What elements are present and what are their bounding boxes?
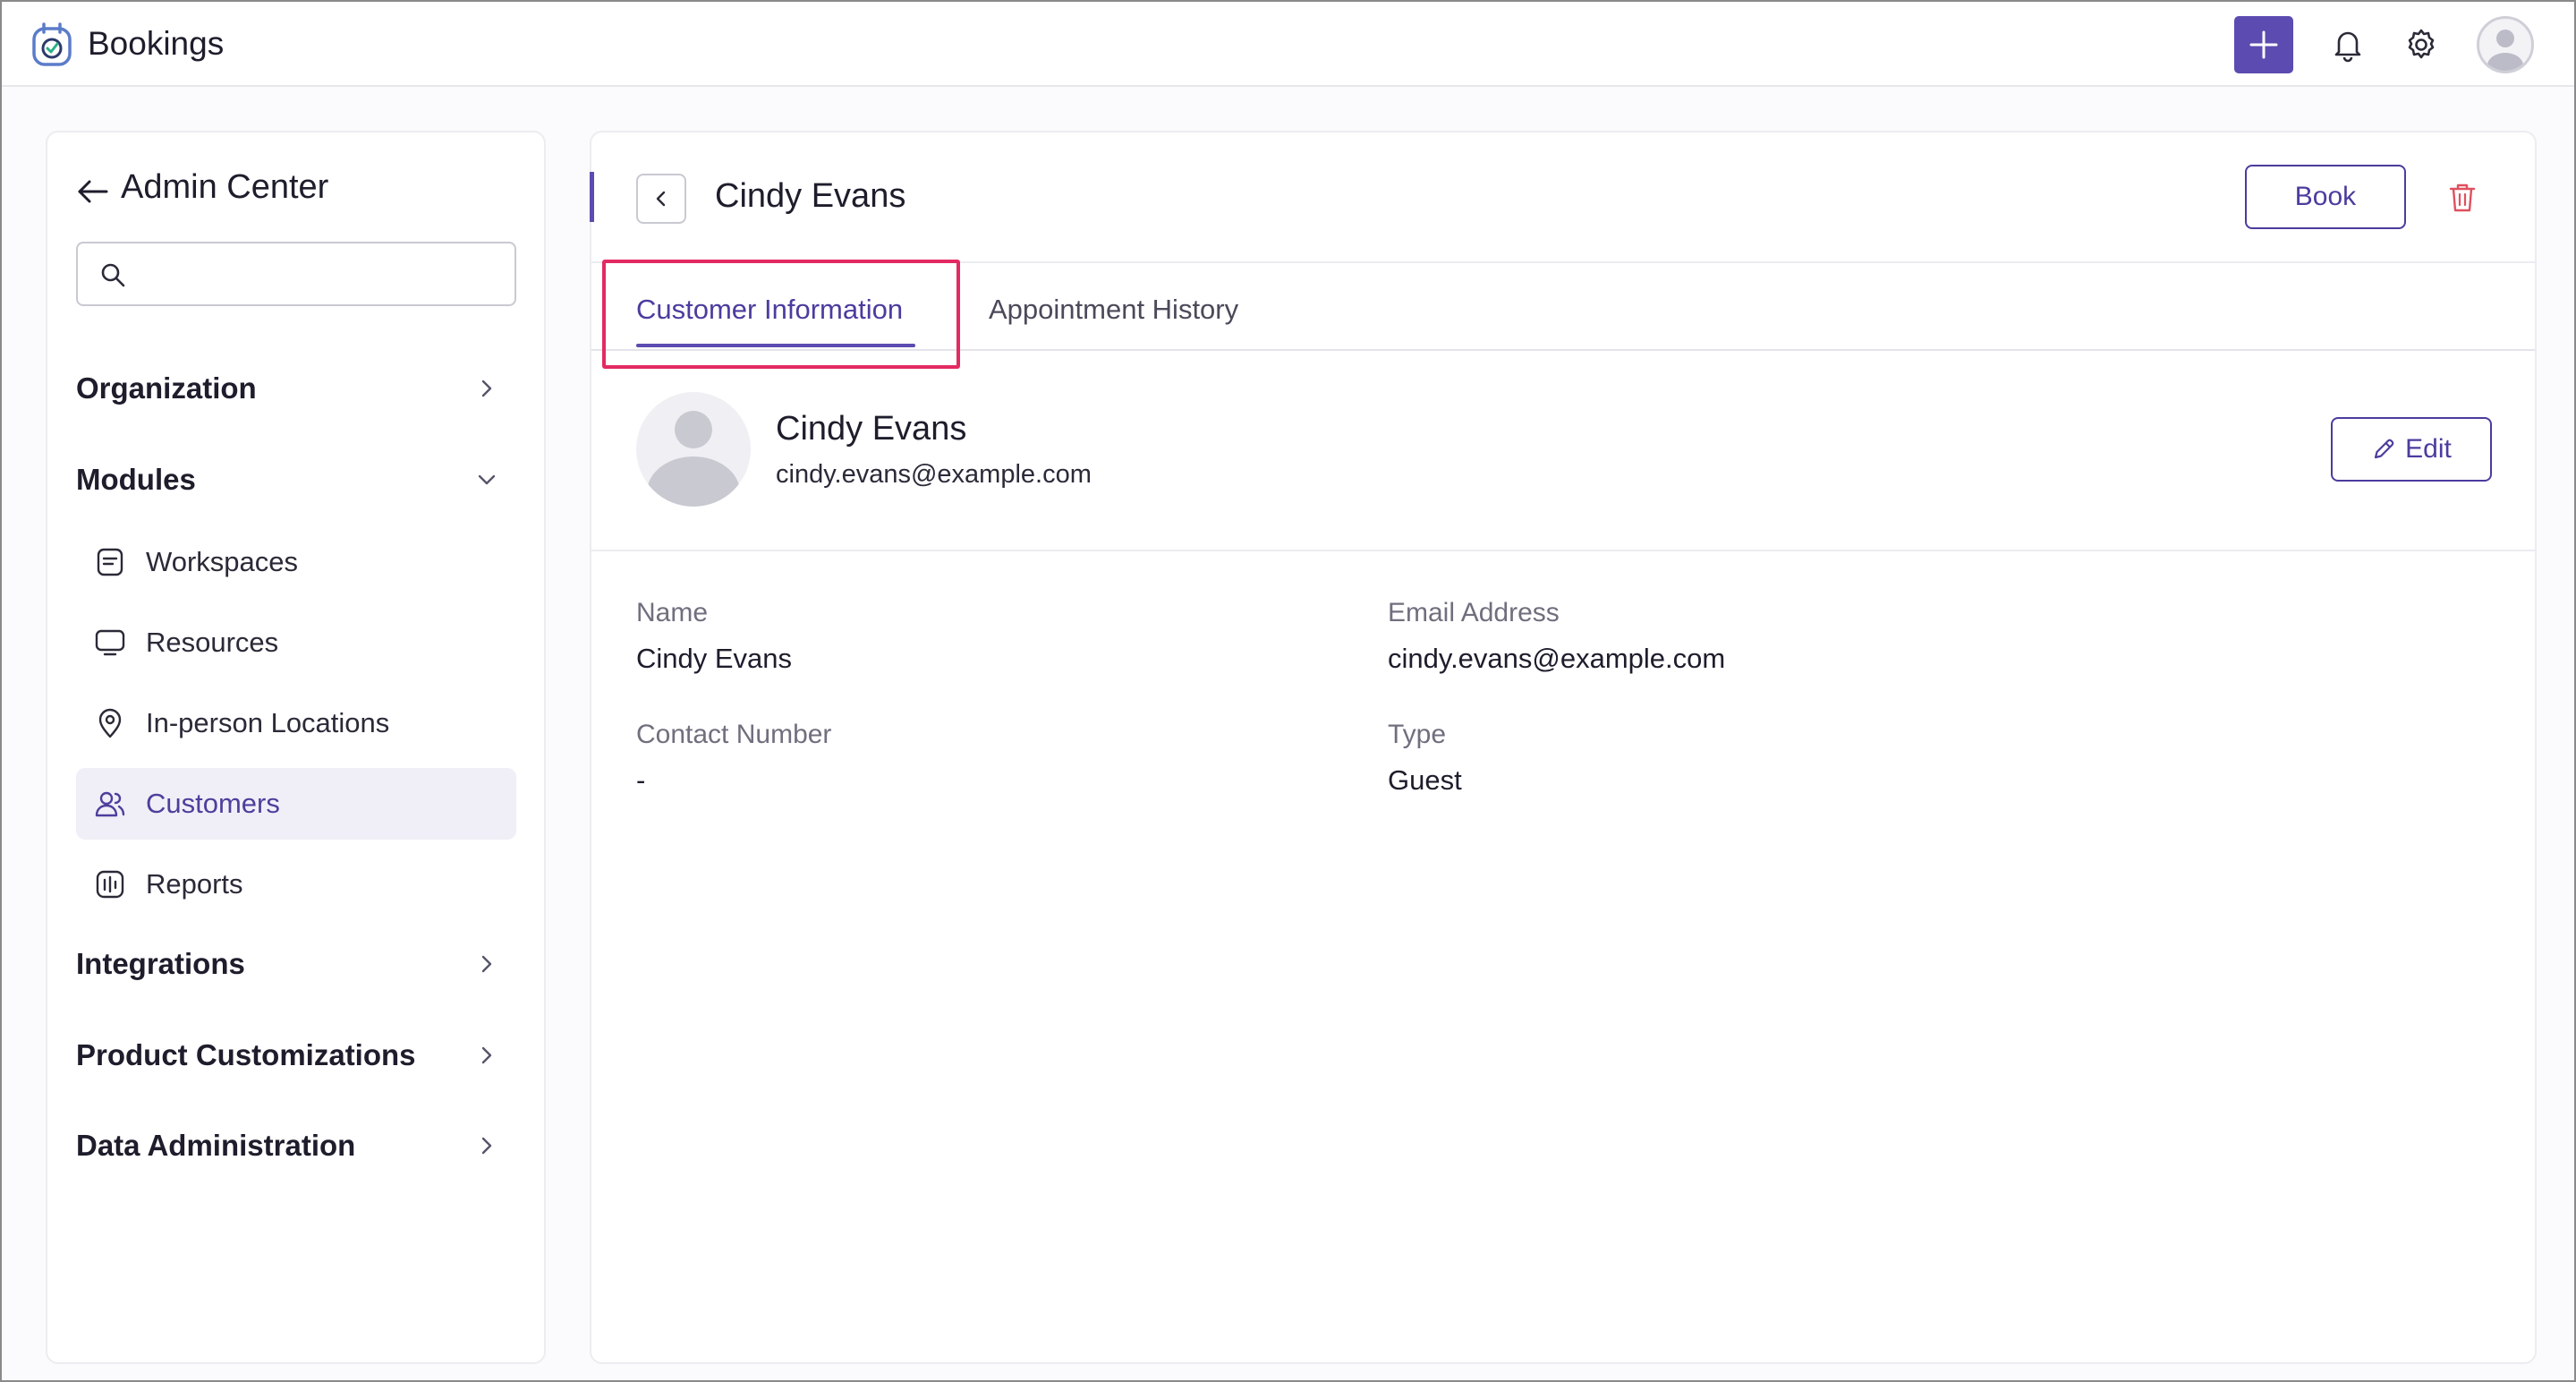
field-value-name: Cindy Evans xyxy=(636,643,793,674)
location-pin-icon xyxy=(98,708,122,738)
sidebar-item-resources[interactable]: Resources xyxy=(76,607,516,678)
user-avatar-icon xyxy=(2487,30,2523,71)
chevron-right-icon xyxy=(481,380,492,397)
user-avatar[interactable] xyxy=(2477,16,2534,73)
field-value-type: Guest xyxy=(1388,764,1462,796)
plus-icon xyxy=(2249,30,2278,59)
sidebar-item-in-person-locations[interactable]: In-person Locations xyxy=(76,687,516,759)
monitor-icon xyxy=(95,629,125,656)
sidebar-item-customers[interactable]: Customers xyxy=(76,768,516,840)
field-value-email: cindy.evans@example.com xyxy=(1388,643,1726,674)
back-button[interactable] xyxy=(636,174,686,224)
back-arrow-icon[interactable] xyxy=(74,174,110,209)
customer-email: cindy.evans@example.com xyxy=(776,460,1092,489)
chevron-right-icon xyxy=(481,955,492,973)
sidebar-section-product-customizations[interactable]: Product Customizations xyxy=(76,1028,516,1082)
field-label-email: Email Address xyxy=(1388,598,1560,627)
chart-icon xyxy=(96,870,124,899)
gear-icon[interactable] xyxy=(2403,27,2439,63)
document-icon xyxy=(97,548,123,576)
app-window: Bookings Admin Center Organization Modul… xyxy=(0,0,2576,1382)
edit-button[interactable]: Edit xyxy=(2331,417,2492,482)
profile-divider xyxy=(591,550,2535,551)
section-label: Integrations xyxy=(76,947,245,980)
customer-avatar xyxy=(636,392,751,507)
tab-customer-information[interactable]: Customer Information xyxy=(636,294,903,326)
section-label: Organization xyxy=(76,371,257,405)
sidebar-item-reports[interactable]: Reports xyxy=(76,849,516,920)
top-bar: Bookings xyxy=(2,2,2574,87)
customer-detail-panel: Cindy Evans Book Customer Information Ap… xyxy=(590,131,2537,1364)
trash-icon[interactable] xyxy=(2447,181,2478,215)
tab-bar: Customer Information Appointment History xyxy=(591,263,2535,351)
sidebar-item-label: In-person Locations xyxy=(146,707,390,738)
field-label-contact-number: Contact Number xyxy=(636,720,832,749)
pencil-icon xyxy=(2375,439,2394,459)
customer-name: Cindy Evans xyxy=(776,410,967,448)
sidebar-title: Admin Center xyxy=(121,168,329,206)
field-label-type: Type xyxy=(1388,720,1447,749)
sidebar-section-organization[interactable]: Organization xyxy=(76,362,516,415)
sidebar-section-integrations[interactable]: Integrations xyxy=(76,937,516,991)
sidebar-item-label: Workspaces xyxy=(146,546,298,577)
chevron-right-icon xyxy=(481,1046,492,1064)
search-icon xyxy=(101,263,125,287)
sidebar-item-label: Customers xyxy=(146,788,280,819)
search-input[interactable] xyxy=(140,252,498,297)
sidebar-item-label: Resources xyxy=(146,627,279,658)
page-title: Cindy Evans xyxy=(715,177,906,215)
sidebar-section-modules[interactable]: Modules xyxy=(76,453,516,507)
user-placeholder-icon xyxy=(647,411,740,507)
app-title: Bookings xyxy=(88,25,225,62)
field-label-name: Name xyxy=(636,598,709,627)
bookings-logo-icon[interactable] xyxy=(29,21,75,68)
sidebar-search[interactable] xyxy=(76,242,516,306)
section-label: Product Customizations xyxy=(76,1038,416,1071)
chevron-down-icon xyxy=(478,474,496,485)
admin-sidebar: Admin Center Organization Modules Worksp… xyxy=(46,131,546,1364)
sidebar-item-label: Reports xyxy=(146,868,243,900)
field-value-contact-number: - xyxy=(636,764,646,796)
chevron-left-icon xyxy=(656,191,666,207)
users-icon xyxy=(95,791,125,817)
sidebar-section-data-administration[interactable]: Data Administration xyxy=(76,1119,516,1173)
section-label: Modules xyxy=(76,463,196,496)
bell-icon[interactable] xyxy=(2331,27,2365,63)
tab-appointment-history[interactable]: Appointment History xyxy=(989,294,1238,326)
active-indicator xyxy=(590,172,594,222)
sidebar-item-workspaces[interactable]: Workspaces xyxy=(76,526,516,598)
chevron-right-icon xyxy=(481,1137,492,1155)
book-button[interactable]: Book xyxy=(2245,165,2406,229)
edit-button-label: Edit xyxy=(2405,434,2452,464)
add-button[interactable] xyxy=(2234,16,2293,73)
active-tab-underline xyxy=(636,344,915,347)
section-label: Data Administration xyxy=(76,1129,356,1162)
